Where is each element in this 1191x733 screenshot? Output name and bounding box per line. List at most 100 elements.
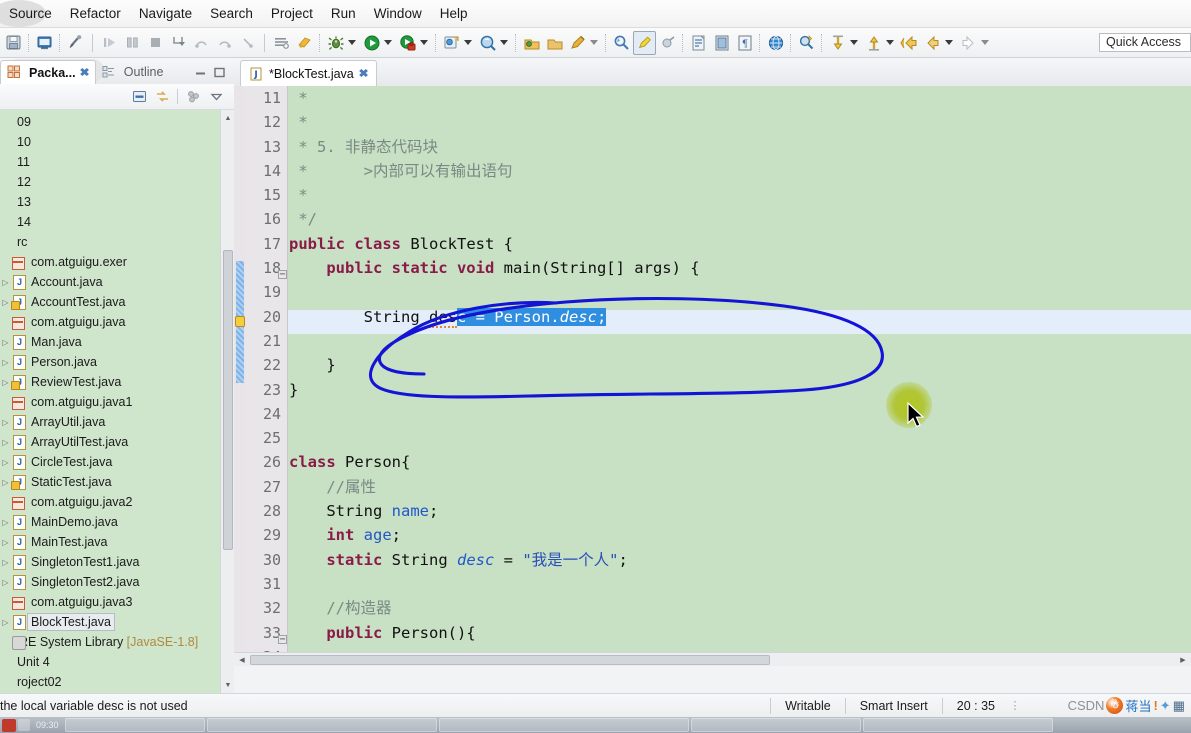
expand-arrow-icon[interactable]: ▷ — [0, 518, 11, 527]
open-book-icon[interactable] — [710, 31, 733, 55]
taskbar-item[interactable] — [64, 718, 205, 732]
tree-item[interactable]: ▷ SingletonTest1.java — [0, 552, 234, 572]
code-line[interactable]: } — [289, 378, 1191, 402]
tree-item[interactable]: 13 — [0, 192, 234, 212]
coverage-dropdown-caret[interactable] — [420, 40, 428, 45]
collapse-all-icon[interactable] — [129, 87, 149, 107]
menu-item-run[interactable]: Run — [322, 3, 365, 24]
tree-item[interactable]: ▷ Man.java — [0, 332, 234, 352]
last-edit-dropdown-caret[interactable] — [590, 40, 598, 45]
code-line[interactable] — [289, 329, 1191, 353]
tab-package-explorer[interactable]: Packa... ✖ — [0, 60, 96, 84]
view-dropdown-icon[interactable] — [206, 87, 226, 107]
resume-icon[interactable] — [98, 31, 121, 55]
menu-item-project[interactable]: Project — [262, 3, 322, 24]
tree-item[interactable]: ▷ MainTest.java — [0, 532, 234, 552]
code-line[interactable]: String name; — [289, 499, 1191, 523]
tree-item[interactable]: rc — [0, 232, 234, 252]
forward-dropdown-caret[interactable] — [945, 40, 953, 45]
fold-marker-line33[interactable]: − — [278, 635, 287, 645]
menu-item-source[interactable]: Source — [0, 3, 61, 24]
code-line[interactable]: class Person{ — [289, 450, 1191, 474]
hscroll-thumb[interactable] — [250, 655, 770, 665]
taskbar-item[interactable] — [690, 718, 861, 732]
tree-item[interactable]: ▷ StaticTest.java — [0, 472, 234, 492]
fold-marker-line18[interactable]: − — [278, 270, 287, 280]
tree-item[interactable]: ▷ MainDemo.java — [0, 512, 234, 532]
expand-arrow-icon[interactable]: ▷ — [0, 438, 11, 447]
editor-tab-close-icon[interactable]: ✖ — [358, 67, 368, 80]
tree-item[interactable]: com.atguigu.java3 — [0, 592, 234, 612]
paragraph-mark-icon[interactable]: ¶ — [733, 31, 756, 55]
tree-item[interactable]: 14 — [0, 212, 234, 232]
tree-item[interactable]: com.atguigu.java — [0, 312, 234, 332]
new-java-class-icon[interactable] — [440, 31, 463, 55]
next-annotation-caret[interactable] — [850, 40, 858, 45]
open-resource-icon[interactable] — [543, 31, 566, 55]
taskbar-item[interactable] — [206, 718, 437, 732]
taskbar-item[interactable] — [438, 718, 689, 732]
code-area[interactable]: 11 12 13 14 15 16 17 18 19 20 21 22 23 24 25 26 27 28 29 30… — [234, 86, 1191, 666]
new-java-project-icon[interactable] — [293, 31, 316, 55]
expand-arrow-icon[interactable]: ▷ — [0, 478, 11, 487]
expand-arrow-icon[interactable]: ▷ — [0, 618, 11, 627]
code-line[interactable]: * — [289, 183, 1191, 207]
taskbar-nav-icon[interactable] — [18, 719, 30, 731]
tree-item[interactable]: 12 — [0, 172, 234, 192]
search-declaration-icon[interactable] — [795, 31, 818, 55]
save-icon[interactable] — [2, 31, 25, 55]
maximize-button[interactable] — [213, 66, 226, 79]
tree-item[interactable]: com.atguigu.java2 — [0, 492, 234, 512]
close-icon[interactable]: ✖ — [79, 66, 89, 79]
search-icon[interactable] — [476, 31, 499, 55]
code-line[interactable]: String desc = Person.desc; — [289, 305, 1191, 329]
next-annotation-icon[interactable] — [826, 31, 849, 55]
editor-horizontal-scrollbar[interactable]: ◀ ▶ — [234, 652, 1191, 666]
expand-arrow-icon[interactable]: ▷ — [0, 558, 11, 567]
coverage-icon[interactable] — [396, 31, 419, 55]
tree-item[interactable]: Unit 4 — [0, 652, 234, 672]
pencil-highlight-icon[interactable] — [633, 30, 656, 55]
forward-outline-icon[interactable] — [957, 31, 980, 55]
menu-item-refactor[interactable]: Refactor — [61, 3, 130, 24]
code-line[interactable]: public Person(){ — [289, 621, 1191, 645]
code-line[interactable]: int age; — [289, 523, 1191, 547]
tree-item[interactable]: com.atguigu.java1 — [0, 392, 234, 412]
back-icon[interactable] — [898, 31, 921, 55]
code-line[interactable] — [289, 280, 1191, 304]
tree-item[interactable]: ▷ SingletonTest2.java — [0, 572, 234, 592]
taskbar-start-icon[interactable] — [2, 718, 16, 732]
code-line[interactable] — [289, 426, 1191, 450]
open-web-browser-icon[interactable] — [764, 31, 787, 55]
open-type-icon[interactable] — [520, 31, 543, 55]
expand-arrow-icon[interactable]: ▷ — [0, 298, 11, 307]
toggle-mark-occurrences-icon[interactable] — [64, 31, 87, 55]
expand-arrow-icon[interactable]: ▷ — [0, 418, 11, 427]
step-over-icon[interactable] — [190, 31, 213, 55]
code-lines[interactable]: * * * 5. 非静态代码块 * >内部可以有输出语句 * */ public … — [289, 86, 1191, 666]
code-line[interactable]: * >内部可以有输出语句 — [289, 159, 1191, 183]
tree-item[interactable]: com.atguigu.exer — [0, 252, 234, 272]
scroll-up-arrow[interactable]: ▲ — [223, 112, 233, 124]
warning-marker-icon[interactable] — [235, 316, 245, 327]
tree-item[interactable]: ▷ CircleTest.java — [0, 452, 234, 472]
run-icon[interactable] — [360, 31, 383, 55]
editor-gutter[interactable] — [234, 86, 246, 666]
taskbar-item[interactable] — [862, 718, 1053, 732]
last-edit-location-icon[interactable] — [566, 31, 589, 55]
tree-item[interactable]: 10 — [0, 132, 234, 152]
view-menu-icon[interactable] — [183, 87, 203, 107]
tree-item[interactable]: RE System Library [JavaSE-1.8] — [0, 632, 234, 652]
new-class-dropdown-caret[interactable] — [464, 40, 472, 45]
debug-dropdown-caret[interactable] — [348, 40, 356, 45]
run-dropdown-caret[interactable] — [384, 40, 392, 45]
suspend-icon[interactable] — [121, 31, 144, 55]
debug-icon[interactable] — [324, 31, 347, 55]
link-with-editor-icon[interactable] — [152, 87, 172, 107]
code-line[interactable]: public class BlockTest { — [289, 232, 1191, 256]
tree-item[interactable]: ▷ ReviewTest.java — [0, 372, 234, 392]
open-task-icon[interactable] — [270, 31, 293, 55]
menu-item-search[interactable]: Search — [201, 3, 262, 24]
editor-tab-blocktest[interactable]: J *BlockTest.java ✖ — [240, 60, 377, 86]
expand-arrow-icon[interactable]: ▷ — [0, 278, 11, 287]
